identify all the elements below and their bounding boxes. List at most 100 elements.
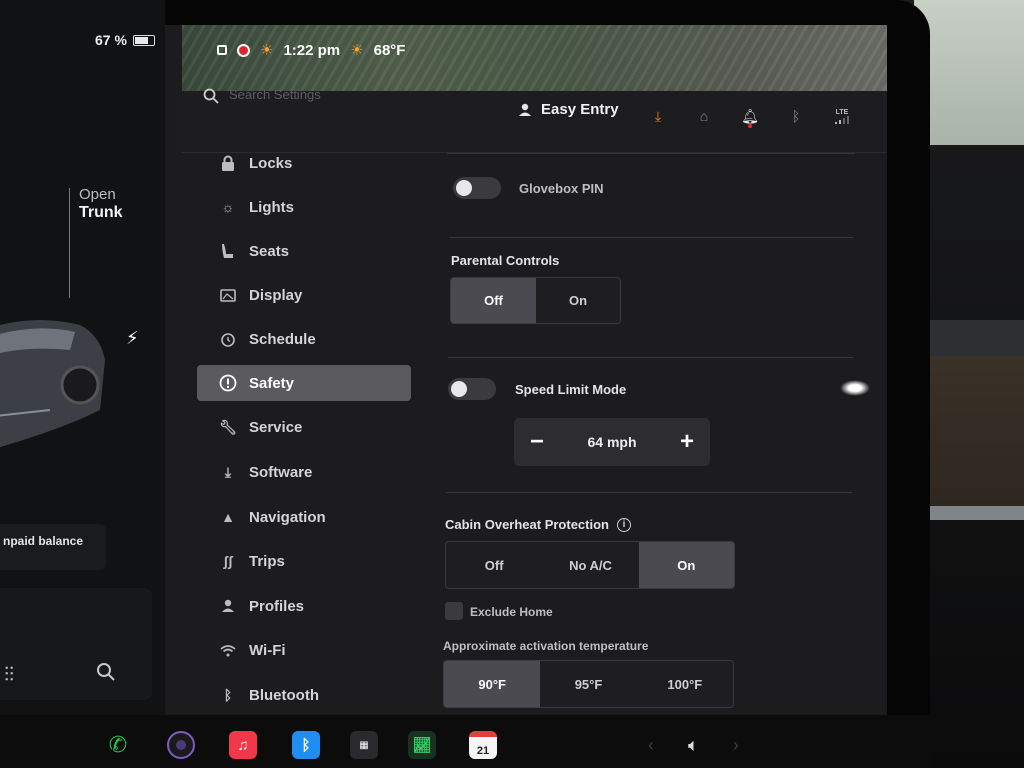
parental-controls-selector: Off On (450, 277, 621, 324)
temp-95-button[interactable]: 95°F (540, 661, 637, 707)
cabin-overheat-off-button[interactable]: Off (446, 542, 543, 588)
trips-icon: ʃʃ (223, 553, 233, 569)
calendar-icon[interactable]: 21 (469, 731, 497, 759)
car-image (0, 320, 105, 448)
glovebox-pin-label: Glovebox PIN (519, 181, 604, 196)
divider (449, 237, 853, 238)
camera-lens (176, 740, 186, 750)
calendar-day: 21 (476, 745, 490, 757)
volume-icon[interactable]: 🔈︎ (688, 735, 699, 756)
battery-status: 67 % (95, 32, 155, 48)
sidebar-item-service[interactable]: 🔧︎ Service (197, 409, 411, 445)
sidebar-item-label: Schedule (249, 330, 316, 348)
sidebar-item-label: Software (249, 463, 313, 481)
sidebar-item-profiles[interactable]: Profiles (197, 588, 411, 624)
trunk-open-label: Open (79, 186, 116, 203)
parental-controls-off-button[interactable]: Off (451, 278, 536, 323)
car-panel: 67 % Open Trunk ⚡ npaid balance ⫶⫶ (0, 0, 165, 715)
divider (447, 153, 855, 154)
cabin-overheat-title: Cabin Overheat Protection i (445, 517, 631, 532)
chevron-right-icon[interactable]: › (733, 735, 739, 756)
sidebar-item-label: Bluetooth (249, 686, 319, 704)
search-input[interactable] (229, 81, 429, 107)
sidebar-item-safety[interactable]: Safety (197, 365, 411, 401)
cabin-overheat-no-ac-button[interactable]: No A/C (542, 542, 639, 588)
sidebar-item-seats[interactable]: Seats (197, 233, 411, 269)
exclude-home-label: Exclude Home (470, 605, 553, 619)
info-icon[interactable]: i (616, 517, 631, 532)
search-icon[interactable] (96, 662, 116, 682)
wood-trim (928, 356, 1024, 506)
clock-time: 1:22 pm (283, 41, 341, 59)
sidebar-item-software[interactable]: ⤓ Software (197, 454, 411, 490)
trunk-label: Trunk (79, 204, 123, 221)
exclude-home-checkbox[interactable] (445, 602, 463, 620)
equalizer-icon[interactable]: ⫶⫶ (4, 664, 14, 687)
profile-icon (519, 103, 531, 116)
settings-screen: ☀ 1:22 pm ☀ 68°F Easy Entry ⤓ ⌂ 🔔︎ ᛒ LTE (165, 25, 887, 715)
charge-port-icon[interactable]: ⚡ (126, 328, 139, 349)
camera-icon[interactable] (167, 731, 195, 759)
energy-icon[interactable]: 📈︎ (408, 731, 436, 759)
download-update-icon[interactable]: ⤓ (649, 107, 667, 125)
lte-signal-icon: LTE (833, 107, 851, 125)
schedule-icon (219, 330, 237, 348)
battery-percent: 67 % (95, 32, 127, 48)
divider (448, 357, 853, 358)
sidebar-item-wifi[interactable]: Wi-Fi (197, 632, 411, 668)
lock-icon (219, 154, 237, 172)
sidebar-item-lights[interactable]: ☼ Lights (197, 189, 411, 225)
sidebar-item-label: Service (249, 418, 303, 436)
parental-controls-title: Parental Controls (451, 253, 560, 268)
sidebar-item-locks[interactable]: Locks (197, 145, 411, 181)
temp-90-button[interactable]: 90°F (444, 661, 541, 707)
divider (446, 492, 852, 493)
speed-limit-value: 64 mph (587, 434, 637, 450)
sidebar-item-display[interactable]: Display (197, 277, 411, 313)
seat-icon (219, 242, 237, 260)
phone-icon[interactable]: ✆ (104, 731, 132, 759)
sidebar-item-bluetooth[interactable]: ᛒ Bluetooth (197, 677, 411, 713)
profile-button[interactable]: Easy Entry (518, 101, 619, 118)
record-icon[interactable] (237, 43, 250, 57)
unpaid-balance-card[interactable]: npaid balance (0, 524, 106, 570)
sidebar-item-label: Wi-Fi (249, 641, 286, 659)
parental-controls-on-button[interactable]: On (536, 278, 620, 323)
sidebar-item-label: Display (249, 286, 303, 304)
quick-controls-card (0, 588, 152, 700)
profile-name: Easy Entry (541, 101, 619, 118)
status-items: ☀ 1:22 pm ☀ 68°F (217, 41, 405, 59)
sidebar-item-trips[interactable]: ʃʃ Trips (197, 543, 411, 579)
sidebar-item-label: Seats (249, 242, 290, 260)
bluetooth-icon[interactable]: ᛒ (292, 731, 320, 759)
speed-limit-mode-label: Speed Limit Mode (515, 382, 627, 397)
bell-icon[interactable]: 🔔︎ (741, 107, 759, 128)
sidebar-item-label: Locks (249, 154, 293, 172)
battery-icon (132, 34, 155, 46)
sun-icon: ☀ (260, 42, 274, 59)
activation-temp-selector: 90°F 95°F 100°F (443, 660, 734, 708)
decrease-speed-button[interactable]: − (526, 428, 548, 456)
bluetooth-icon[interactable]: ᛒ (787, 107, 805, 125)
trunk-indicator-line (69, 188, 70, 298)
garage-icon[interactable]: ⌂ (695, 107, 713, 125)
increase-speed-button[interactable]: + (676, 428, 698, 456)
glovebox-pin-toggle[interactable] (453, 177, 501, 199)
light-glare (840, 380, 870, 396)
alert-icon (219, 374, 237, 392)
temp-100-button[interactable]: 100°F (636, 661, 733, 707)
speed-limit-mode-toggle[interactable] (448, 378, 496, 400)
sidebar-item-label: Trips (249, 552, 285, 570)
cabin-overheat-on-button[interactable]: On (638, 542, 734, 588)
sidebar-item-schedule[interactable]: Schedule (197, 321, 411, 357)
toybox-icon[interactable]: ▦ (350, 731, 378, 759)
chevron-left-icon[interactable]: ‹ (648, 735, 654, 756)
activation-temp-title: Approximate activation temperature (443, 639, 649, 653)
bottom-dock (0, 715, 930, 768)
sidebar-item-navigation[interactable]: ▲ Navigation (197, 499, 411, 535)
music-icon[interactable]: ♫ (229, 731, 257, 759)
open-trunk-button[interactable]: Open Trunk (79, 186, 123, 222)
wall-background (914, 0, 1024, 145)
header-icons: ⤓ ⌂ 🔔︎ ᛒ LTE (649, 107, 851, 128)
sidebar-item-label: Profiles (249, 597, 305, 615)
